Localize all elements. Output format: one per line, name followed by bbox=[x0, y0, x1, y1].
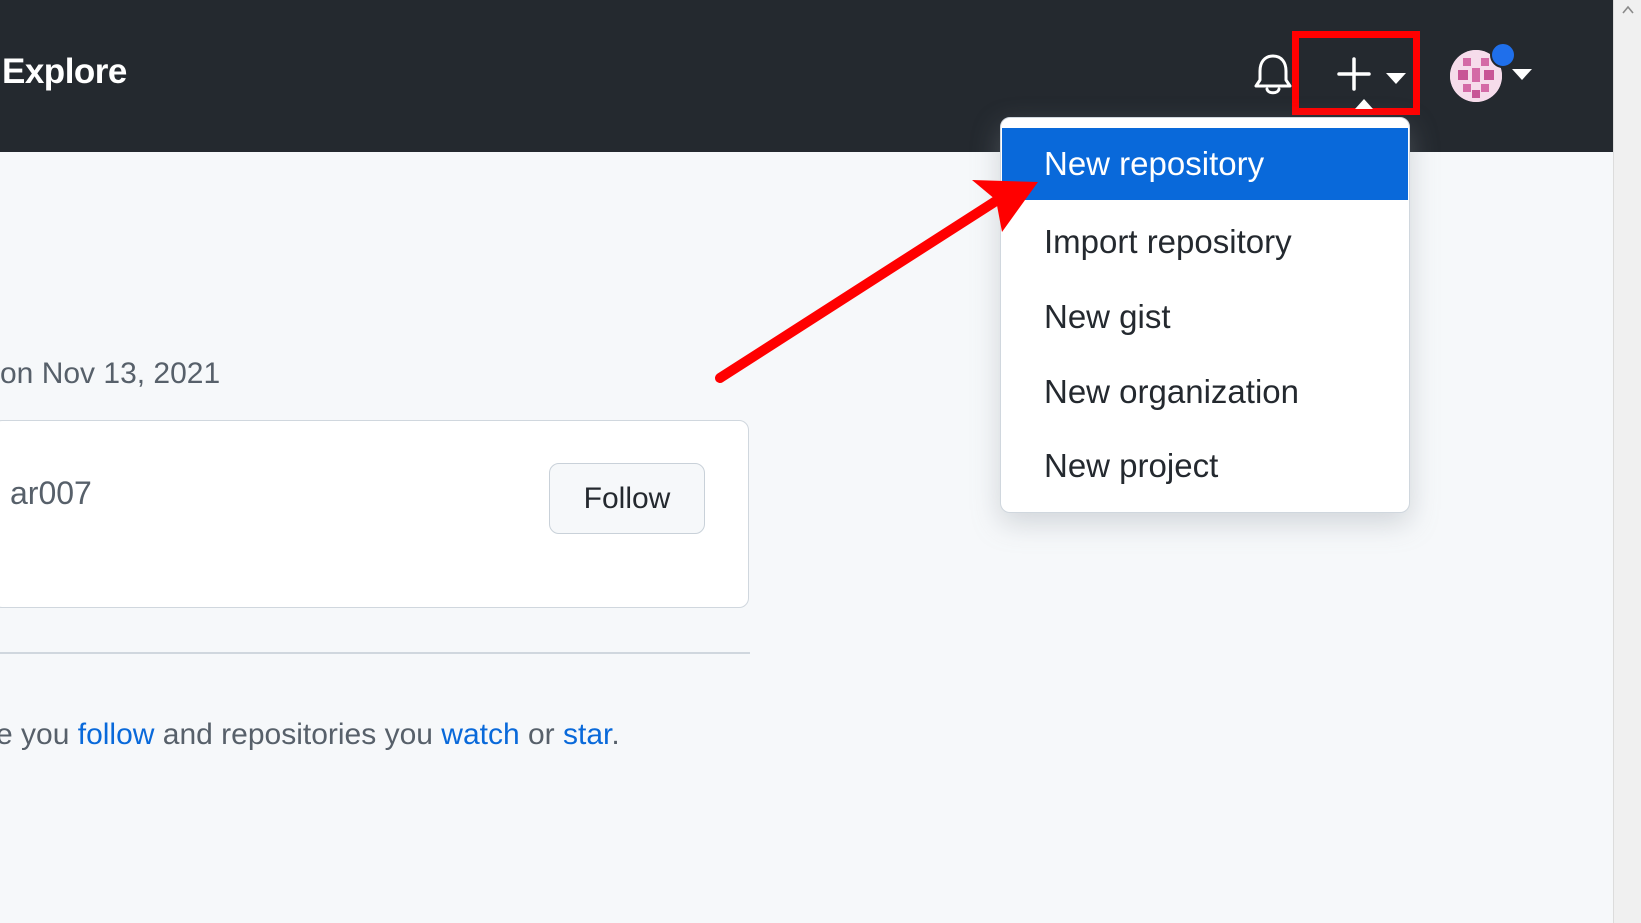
annotation-arrow bbox=[700, 170, 1060, 390]
nav-explore-link[interactable]: Explore bbox=[2, 52, 127, 92]
follow-button[interactable]: Follow bbox=[549, 463, 705, 534]
info-or: or bbox=[519, 718, 564, 751]
avatar-caret-down-icon[interactable] bbox=[1512, 68, 1532, 80]
menu-item-new-project[interactable]: New project bbox=[1002, 430, 1408, 502]
info-prefix: e you bbox=[0, 718, 78, 751]
joined-date-text: on Nov 13, 2021 bbox=[0, 357, 221, 390]
menu-item-new-organization[interactable]: New organization bbox=[1002, 356, 1408, 428]
card-username[interactable]: ar007 bbox=[10, 475, 92, 512]
notification-dot bbox=[1490, 42, 1516, 68]
info-suffix: . bbox=[611, 718, 620, 751]
menu-item-new-gist[interactable]: New gist bbox=[1002, 281, 1408, 353]
scroll-up-arrow-icon[interactable] bbox=[1622, 2, 1634, 14]
info-middle: and repositories you bbox=[154, 718, 442, 751]
star-link[interactable]: star bbox=[563, 718, 611, 751]
watch-link[interactable]: watch bbox=[441, 718, 519, 751]
page-scrollbar[interactable] bbox=[1613, 0, 1641, 923]
section-divider bbox=[0, 652, 750, 654]
bell-icon[interactable] bbox=[1253, 52, 1293, 96]
info-text: e you follow and repositories you watch … bbox=[0, 718, 620, 752]
follow-link[interactable]: follow bbox=[78, 718, 155, 751]
menu-item-new-repository[interactable]: New repository bbox=[1002, 128, 1408, 200]
menu-item-import-repository[interactable]: Import repository bbox=[1002, 206, 1408, 278]
dropdown-notch bbox=[1355, 99, 1373, 109]
